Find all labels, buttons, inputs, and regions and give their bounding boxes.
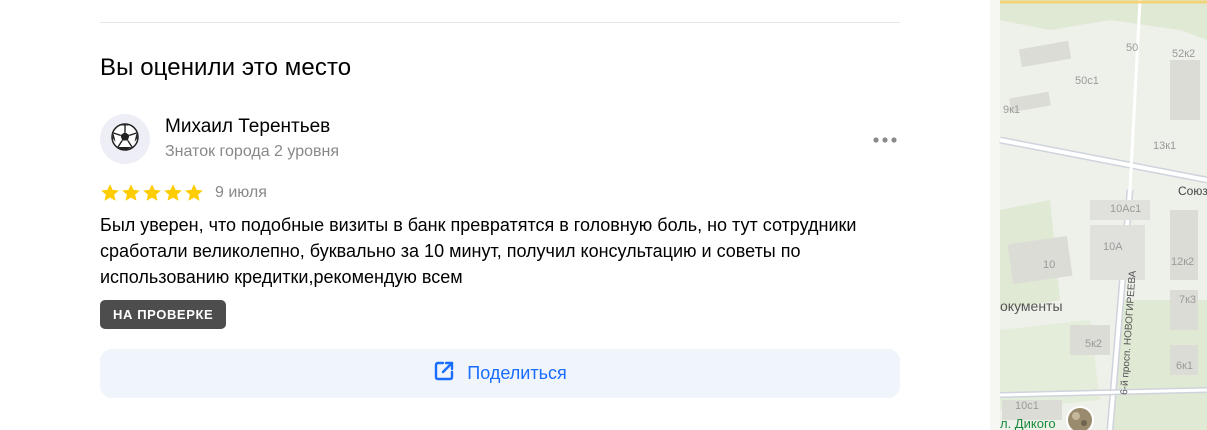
review-date: 9 июля (215, 184, 267, 201)
share-label: Поделиться (467, 363, 567, 383)
section-title: Вы оценили это место (100, 54, 352, 81)
author-name[interactable]: Михаил Терентьев (165, 116, 330, 138)
review-text: Был уверен, что подобные визиты в банк п… (100, 215, 857, 287)
map-label-10a: 10А (1103, 241, 1123, 253)
status-badge: НА ПРОВЕРКЕ (100, 300, 227, 329)
author-level: Знаток города 2 уровня (165, 143, 340, 160)
more-dots-icon (873, 130, 897, 148)
top-divider (100, 22, 900, 23)
map-label-50c1: 50с1 (1075, 75, 1099, 87)
map-label-dikogo: л. Дикого (1000, 416, 1056, 430)
map-label-10ac1: 10Ас1 (1110, 203, 1141, 215)
map-label-6k1: 6к1 (1176, 360, 1193, 372)
map[interactable]: 50 52к2 50с1 9к1 13к1 Союз 10Ас1 10А 12к… (990, 0, 1207, 430)
map-label-street-soyuz: Союз (1178, 184, 1207, 198)
share-icon (433, 360, 455, 387)
share-button[interactable]: Поделиться (100, 349, 900, 398)
star-icon (163, 183, 183, 203)
map-label-documents: окументы (1000, 298, 1063, 314)
avatar[interactable] (100, 114, 150, 164)
map-label-9k1: 9к1 (1003, 104, 1020, 116)
soccer-ball-icon (111, 122, 139, 156)
map-label-13k1: 13к1 (1153, 140, 1176, 152)
more-options-button[interactable] (868, 126, 902, 152)
rating-stars (100, 183, 204, 203)
star-icon (142, 183, 162, 203)
star-icon (184, 183, 204, 203)
map-label-10c1: 10с1 (1015, 400, 1039, 412)
map-label-50: 50 (1126, 42, 1138, 54)
map-label-5k2: 5к2 (1085, 338, 1102, 350)
star-icon (121, 183, 141, 203)
map-label-7k3: 7к3 (1179, 294, 1196, 306)
map-label-10: 10 (1043, 259, 1055, 271)
map-label-12k2: 12к2 (1171, 256, 1194, 268)
map-label-52k2: 52к2 (1172, 48, 1195, 60)
star-icon (100, 183, 120, 203)
review-panel: Вы оценили это место Михаил Терентьев Зн… (0, 0, 990, 430)
